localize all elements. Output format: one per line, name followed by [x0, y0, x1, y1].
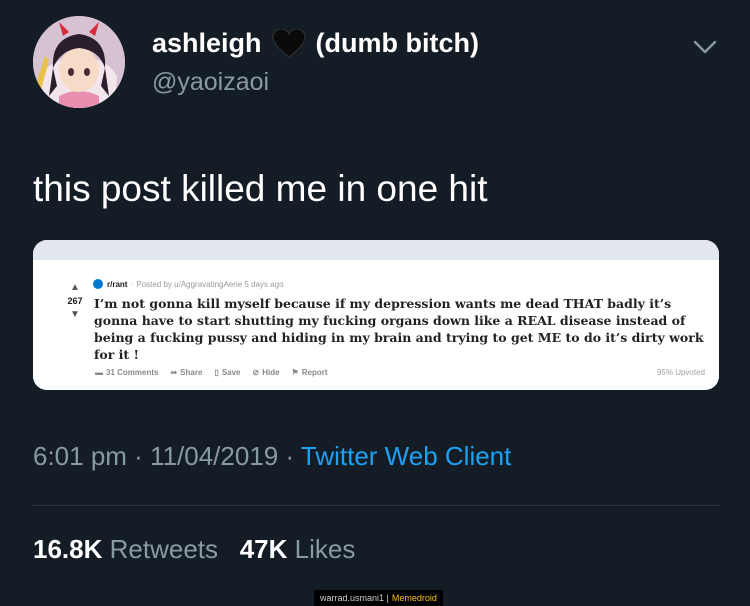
watermark: warrad.usmani1 | Memedroid	[314, 590, 443, 606]
tweet-timestamp: 6:01 pm · 11/04/2019 · Twitter Web Clien…	[33, 441, 511, 472]
black-heart-icon	[272, 28, 306, 59]
comment-icon: ▬	[95, 368, 103, 377]
subreddit-name: r/rant	[107, 279, 128, 289]
post-actions: ▬ 31 Comments ➦ Share ▯ Save ⊘ Hide ⚑ Report	[95, 368, 328, 377]
client-link[interactable]: Twitter Web Client	[301, 441, 511, 471]
comments-label: 31 Comments	[106, 368, 159, 377]
comments-action: ▬ 31 Comments	[95, 368, 158, 377]
display-name-suffix: (dumb bitch)	[315, 28, 479, 58]
posted-by: · Posted by u/AggravatingAerie 5 days ag…	[131, 279, 284, 289]
bookmark-icon: ▯	[214, 368, 219, 377]
likes-count: 47K	[239, 534, 288, 564]
save-label: Save	[221, 368, 241, 377]
save-action: ▯ Save	[214, 368, 240, 377]
attached-image[interactable]: ▲ 267 ▼ r/rant · Posted by u/Aggravating…	[33, 240, 719, 390]
engagement-stats: 16.8K Retweets 47K Likes	[33, 534, 355, 565]
reddit-post: ▲ 267 ▼ r/rant · Posted by u/Aggravating…	[33, 260, 719, 390]
share-icon: ➦	[170, 368, 178, 377]
share-label: Share	[180, 368, 203, 377]
likes-stat[interactable]: 47K Likes	[240, 534, 356, 564]
report-action: ⚑ Report	[292, 368, 328, 377]
tweet-text: this post killed me in one hit	[33, 168, 488, 209]
avatar[interactable]	[33, 16, 125, 108]
retweets-count: 16.8K	[33, 534, 103, 564]
report-label: Report	[301, 368, 328, 377]
divider	[33, 505, 719, 506]
hide-label: Hide	[262, 368, 280, 377]
post-body: I’m not gonna kill myself because if my …	[94, 296, 704, 362]
timestamp-text[interactable]: 6:01 pm · 11/04/2019 ·	[33, 441, 301, 471]
share-action: ➦ Share	[170, 368, 202, 377]
hide-icon: ⊘	[252, 368, 260, 377]
hide-action: ⊘ Hide	[253, 368, 280, 377]
flag-icon: ⚑	[291, 368, 299, 377]
watermark-user: warrad.usmani1 |	[320, 593, 389, 603]
card-top-strip	[33, 240, 719, 260]
post-score: 267	[67, 296, 83, 306]
display-name-text: ashleigh	[152, 28, 262, 58]
downvote-icon: ▼	[70, 309, 80, 320]
upvoted-percent: 95% Upvoted	[656, 368, 705, 377]
display-name[interactable]: ashleigh (dumb bitch)	[152, 28, 479, 59]
chevron-down-icon[interactable]	[692, 38, 718, 56]
retweets-label: Retweets	[109, 534, 219, 564]
user-handle[interactable]: @yaoizaoi	[152, 68, 269, 97]
likes-label: Likes	[294, 534, 356, 564]
post-meta: r/rant · Posted by u/AggravatingAerie 5 …	[93, 279, 284, 289]
vote-column: ▲ 267 ▼	[63, 282, 87, 320]
upvote-icon: ▲	[70, 282, 80, 293]
retweets-stat[interactable]: 16.8K Retweets	[33, 534, 218, 564]
subreddit-icon	[93, 279, 103, 289]
watermark-brand: Memedroid	[391, 593, 437, 603]
